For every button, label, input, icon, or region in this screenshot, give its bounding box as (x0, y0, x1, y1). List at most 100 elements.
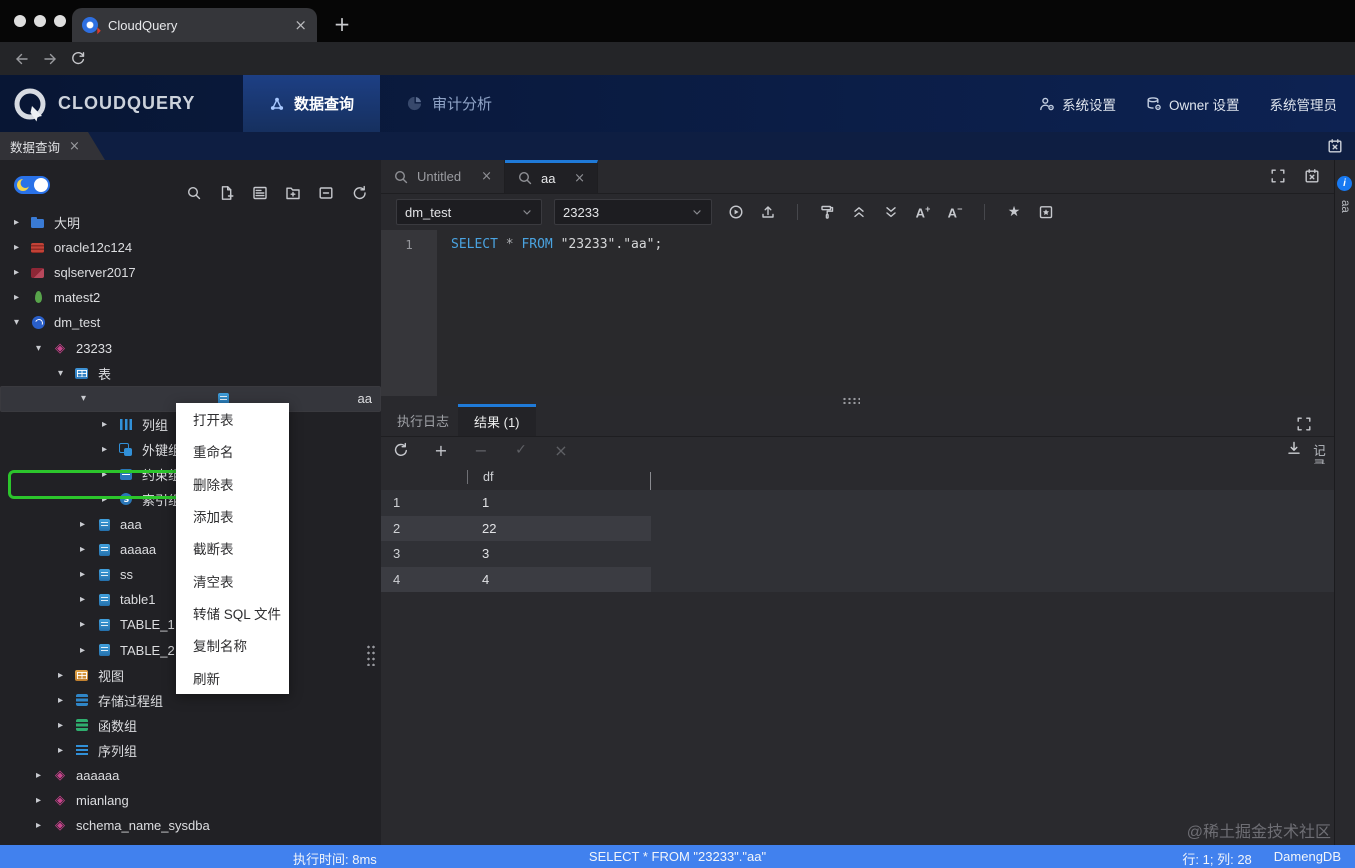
file-add-icon[interactable] (215, 181, 239, 205)
format-icon[interactable] (815, 200, 839, 224)
tree-item-大明[interactable]: ▸大明 (0, 210, 381, 235)
expand-arrow-icon[interactable]: ▸ (80, 544, 96, 555)
collapse-arrow-icon[interactable]: ▾ (14, 317, 30, 328)
nav-item-data-query[interactable]: 数据查询 (243, 75, 380, 132)
tree-item-matest2[interactable]: ▸matest2 (0, 285, 381, 310)
browser-tab[interactable]: CloudQuery × (72, 8, 317, 42)
expand-arrow-icon[interactable]: ▸ (14, 242, 30, 253)
grid-row-number[interactable]: 2 (381, 521, 467, 536)
grid-cell[interactable]: 1 (467, 495, 651, 510)
expand-arrow-icon[interactable]: ▸ (102, 469, 118, 480)
grid-cell[interactable]: 4 (467, 572, 651, 587)
tree-item-oracle12c124[interactable]: ▸oracle12c124 (0, 235, 381, 260)
add-row-icon[interactable]: + (429, 438, 453, 462)
expand-arrow-icon[interactable]: ▸ (102, 419, 118, 430)
expand-arrow-icon[interactable]: ▸ (80, 594, 96, 605)
refresh-icon[interactable] (389, 438, 413, 462)
splitter-drag-handle[interactable] (842, 397, 860, 404)
datasource-select[interactable]: dm_test (396, 199, 542, 225)
back-icon[interactable] (8, 46, 36, 72)
tree-item-schema_name_sysdba[interactable]: ▸◈schema_name_sysdba (0, 813, 381, 838)
expand-arrow-icon[interactable]: ▸ (80, 569, 96, 580)
collapse-arrow-icon[interactable]: ▾ (58, 368, 74, 379)
results-fullscreen-icon[interactable] (1292, 412, 1316, 436)
sidebar-resize-handle[interactable] (366, 644, 376, 666)
download-icon[interactable] (1286, 440, 1302, 461)
grid-row-number[interactable]: 4 (381, 572, 467, 587)
commit-icon[interactable]: ✓ (509, 438, 533, 462)
tree-item-23233[interactable]: ▾◈23233 (0, 335, 381, 360)
reload-icon[interactable] (64, 46, 92, 72)
close-icon[interactable]: × (574, 171, 585, 186)
system-admin-label[interactable]: 系统管理员 (1270, 94, 1338, 114)
grid-row[interactable]: 44 (381, 567, 1334, 593)
info-badge-icon[interactable]: i (1337, 176, 1352, 191)
expand-arrow-icon[interactable]: ▸ (80, 645, 96, 656)
sql-editor[interactable]: 1 SELECT * FROM "23233"."aa"; (381, 230, 1334, 396)
font-increase-icon[interactable]: A+ (911, 200, 935, 224)
expand-arrow-icon[interactable]: ▸ (58, 670, 74, 681)
grid-cell[interactable]: 22 (467, 521, 651, 536)
expand-all-icon[interactable] (879, 200, 903, 224)
tab-close-icon[interactable]: × (294, 18, 307, 33)
export-icon[interactable] (756, 200, 780, 224)
sql-code-line[interactable]: SELECT * FROM "23233"."aa"; (437, 230, 1334, 396)
editor-fullscreen-icon[interactable] (1266, 164, 1290, 188)
close-icon[interactable]: × (69, 139, 80, 154)
tree-item-表[interactable]: ▾表 (0, 361, 381, 386)
folder-add-icon[interactable] (281, 181, 305, 205)
context-menu-item[interactable]: 转储 SQL 文件 (176, 597, 289, 629)
expand-arrow-icon[interactable]: ▸ (36, 770, 52, 781)
collapse-arrow-icon[interactable]: ▾ (81, 393, 97, 404)
schema-select[interactable]: 23233 (554, 199, 712, 225)
grid-row[interactable]: 222 (381, 516, 1334, 542)
font-decrease-icon[interactable]: A− (943, 200, 967, 224)
forward-icon[interactable] (36, 46, 64, 72)
sync-icon[interactable] (347, 181, 371, 205)
favorite-icon[interactable]: ★ (1002, 200, 1026, 224)
expand-arrow-icon[interactable]: ▸ (14, 267, 30, 278)
editor-tab-untitled[interactable]: Untitled × (381, 160, 505, 193)
context-menu-item[interactable]: 删除表 (176, 468, 289, 500)
results-tab-result[interactable]: 结果 (1) (458, 404, 536, 436)
editor-tab-aa[interactable]: aa × (505, 160, 598, 193)
datasource-list-icon[interactable] (248, 181, 272, 205)
workspace-tab-data-query[interactable]: 数据查询 × (0, 132, 106, 160)
expand-arrow-icon[interactable]: ▸ (14, 217, 30, 228)
context-menu-item[interactable]: 清空表 (176, 565, 289, 597)
expand-arrow-icon[interactable]: ▸ (36, 820, 52, 831)
system-settings-link[interactable]: 系统设置 (1039, 94, 1116, 114)
editor-results-splitter[interactable] (381, 396, 1334, 404)
collapse-arrow-icon[interactable]: ▾ (36, 343, 52, 354)
remove-row-icon[interactable]: − (469, 438, 493, 462)
context-menu-item[interactable]: 重命名 (176, 435, 289, 467)
expand-arrow-icon[interactable]: ▸ (102, 494, 118, 505)
tree-item-sqlserver2017[interactable]: ▸sqlserver2017 (0, 260, 381, 285)
cancel-icon[interactable]: × (549, 438, 573, 462)
window-close-button[interactable] (14, 15, 26, 27)
grid-row[interactable]: 33 (381, 541, 1334, 567)
tree-item-mianlang[interactable]: ▸◈mianlang (0, 788, 381, 813)
grid-row-number[interactable]: 1 (381, 495, 467, 510)
context-menu-item[interactable]: 复制名称 (176, 629, 289, 661)
run-icon[interactable] (724, 200, 748, 224)
expand-arrow-icon[interactable]: ▸ (102, 444, 118, 455)
tree-item-序列组[interactable]: ▸序列组 (0, 738, 381, 763)
expand-arrow-icon[interactable]: ▸ (36, 795, 52, 806)
tree-item-函数组[interactable]: ▸函数组 (0, 713, 381, 738)
favorite-card-icon[interactable] (1034, 200, 1058, 224)
dark-mode-toggle[interactable] (14, 176, 50, 194)
window-minimize-button[interactable] (34, 15, 46, 27)
editor-calendar-x-icon[interactable] (1300, 164, 1324, 188)
expand-arrow-icon[interactable]: ▸ (80, 519, 96, 530)
collapse-all-icon[interactable] (847, 200, 871, 224)
context-menu-item[interactable]: 添加表 (176, 500, 289, 532)
grid-row[interactable]: 11 (381, 490, 1334, 516)
calendar-x-icon[interactable] (1327, 138, 1343, 159)
grid-cell[interactable]: 3 (467, 546, 651, 561)
grid-col-header[interactable]: df (467, 470, 651, 484)
expand-arrow-icon[interactable]: ▸ (80, 619, 96, 630)
new-tab-button[interactable]: + (328, 10, 356, 38)
grid-row-number[interactable]: 3 (381, 546, 467, 561)
context-menu-item[interactable]: 截断表 (176, 532, 289, 564)
